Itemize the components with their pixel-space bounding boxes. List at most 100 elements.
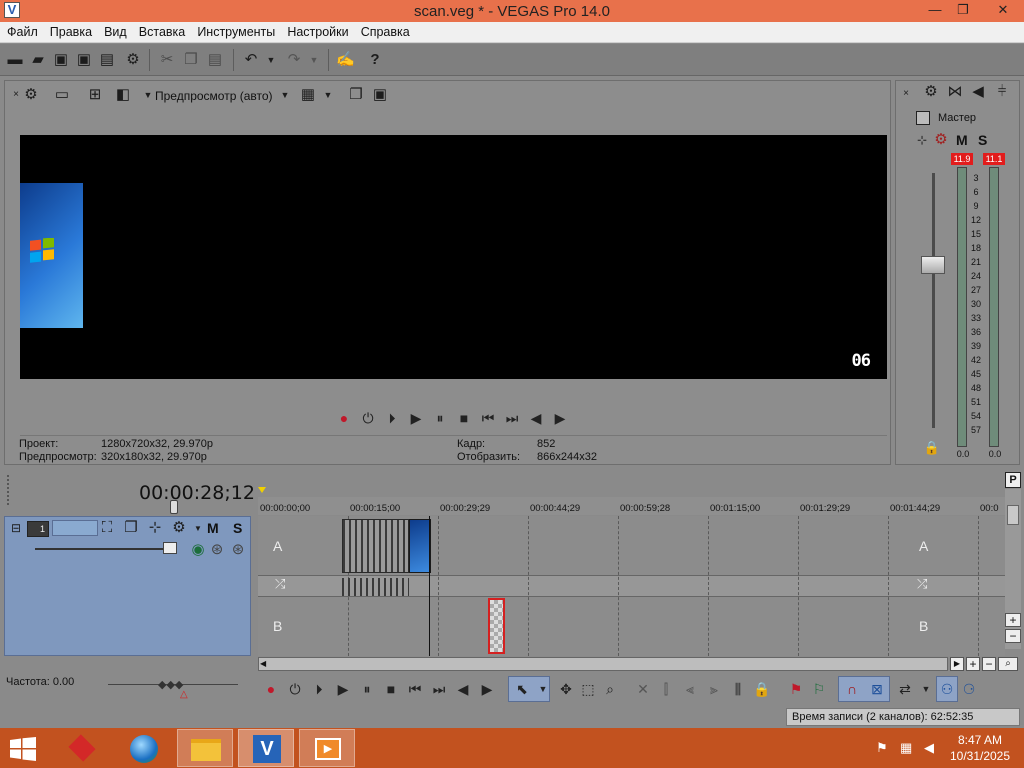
track-name-input[interactable]	[52, 520, 98, 536]
redo-dropdown-icon[interactable]: ▼	[305, 51, 323, 69]
track-events-area[interactable]: A B A B ⤮ ⤮	[258, 516, 1005, 656]
ripple-dropdown-icon[interactable]: ▼	[916, 679, 936, 699]
whats-this-help-icon[interactable]: ?	[366, 51, 384, 69]
copy-icon[interactable]: ❐	[182, 51, 200, 69]
master-fader-handle[interactable]	[921, 256, 945, 274]
clock-date[interactable]: 10/31/2025	[944, 749, 1016, 763]
properties-gear-icon[interactable]: ⚙	[124, 51, 142, 69]
volume-muted-icon[interactable]: ◀	[924, 740, 934, 756]
play-icon[interactable]: ▶	[407, 409, 425, 427]
stop-icon[interactable]: ■	[381, 679, 401, 699]
marker-toggle-icon[interactable]: P	[1005, 472, 1021, 488]
zoom-out-horizontal-icon[interactable]: −	[982, 657, 996, 671]
selected-media-event[interactable]	[488, 598, 505, 654]
play-from-start-icon[interactable]: ⏵	[383, 409, 401, 427]
playhead-cursor[interactable]	[429, 516, 430, 656]
snapping-magnet-icon[interactable]: ∩	[842, 679, 862, 699]
next-frame-icon[interactable]: ▶	[551, 409, 569, 427]
taskbar-explorer-icon[interactable]	[177, 729, 233, 767]
grid-dropdown-icon[interactable]: ▼	[319, 86, 337, 104]
loop-playback-icon[interactable]: ⏻	[359, 409, 377, 427]
pause-icon[interactable]: ⏸	[431, 409, 449, 427]
downmix-icon[interactable]: ⋈	[946, 83, 964, 101]
master-fx-icon[interactable]	[916, 111, 930, 125]
edit-tool-dropdown-icon[interactable]: ▼	[533, 679, 553, 699]
trim-start-icon[interactable]: ⫷	[680, 679, 700, 699]
restore-button[interactable]: ❐	[948, 0, 978, 20]
undo-dropdown-icon[interactable]: ▼	[262, 51, 280, 69]
video-event-clips[interactable]	[342, 519, 409, 573]
composite-parent-icon[interactable]: ⊛	[208, 541, 226, 559]
zoom-tool-icon[interactable]: ⌕	[998, 657, 1018, 671]
copy-snapshot-icon[interactable]: ❐	[347, 86, 365, 104]
previous-frame-icon[interactable]: ◀	[527, 409, 545, 427]
trim-icon[interactable]: ⫿	[656, 679, 676, 699]
taskbar-media-player-icon[interactable]: ▶	[299, 729, 355, 767]
taskbar-browser-icon[interactable]	[116, 729, 172, 767]
menu-file[interactable]: Файл	[3, 22, 42, 39]
master-fx-gear-icon[interactable]: ⚙	[932, 131, 950, 149]
loop-playback-icon[interactable]: ⏻	[285, 679, 305, 699]
composite-mode-icon[interactable]: ◉	[189, 541, 207, 559]
insert-region-icon[interactable]: ⚐	[809, 679, 829, 699]
undo-icon[interactable]: ↶	[242, 51, 260, 69]
lock-event-icon[interactable]: 🔒	[752, 679, 772, 699]
preview-settings-gear-icon[interactable]: ⚙	[22, 86, 40, 104]
track-mute-button[interactable]: M	[207, 520, 219, 536]
record-icon[interactable]: ●	[335, 409, 353, 427]
track-effects-icon[interactable]: ❐	[122, 519, 140, 537]
save-as-icon[interactable]: ▣	[75, 51, 93, 69]
taskbar-vegas-icon[interactable]: V	[238, 729, 294, 767]
normal-edit-tool-icon[interactable]: ⬉	[512, 679, 532, 699]
mixer-faders-icon[interactable]: ⫩	[993, 83, 1011, 101]
save-icon[interactable]: ▣	[52, 51, 70, 69]
track-pan-icon[interactable]: ⊹	[146, 519, 164, 537]
track-solo-button[interactable]: S	[233, 520, 242, 536]
track-motion-icon[interactable]: ⛶	[98, 519, 116, 537]
redo-icon[interactable]: ↷	[285, 51, 303, 69]
split-icon[interactable]: ⫼	[728, 679, 748, 699]
zoom-tool-icon[interactable]: ⌕	[600, 679, 620, 699]
go-to-start-icon[interactable]: ⏮	[405, 679, 425, 699]
scroll-right-icon[interactable]: ▶	[950, 657, 964, 671]
track-level-slider[interactable]	[35, 548, 175, 550]
composite-child-icon[interactable]: ⊛	[229, 541, 247, 559]
clock-time[interactable]: 8:47 AM	[950, 733, 1010, 747]
vertical-scroll-thumb[interactable]	[1007, 505, 1019, 525]
taskbar-app-red-icon[interactable]	[55, 729, 111, 767]
lock-envelopes-icon[interactable]: ⚇	[937, 679, 957, 699]
zoom-in-vertical-icon[interactable]: +	[1005, 613, 1021, 627]
new-file-icon[interactable]: ▬	[6, 51, 24, 69]
pan-icon[interactable]: ⊹	[913, 131, 931, 149]
preview-quality-select[interactable]: Предпросмотр (авто)	[155, 89, 273, 103]
go-to-start-icon[interactable]: ⏮	[479, 409, 497, 427]
menu-view[interactable]: Вид	[100, 22, 131, 39]
cut-icon[interactable]: ✂	[158, 51, 176, 69]
speaker-icon[interactable]: ◀	[969, 83, 987, 101]
windows-start-icon[interactable]	[10, 737, 36, 761]
delete-icon[interactable]: ✕	[633, 679, 653, 699]
marker-icon[interactable]	[258, 487, 266, 493]
master-mute-button[interactable]: M	[956, 132, 968, 148]
network-icon[interactable]: ▦	[900, 740, 912, 756]
menu-insert[interactable]: Вставка	[135, 22, 189, 39]
horizontal-scrollbar[interactable]	[258, 657, 948, 671]
record-icon[interactable]: ●	[261, 679, 281, 699]
insert-marker-icon[interactable]: ⚑	[786, 679, 806, 699]
menu-options[interactable]: Настройки	[283, 22, 352, 39]
menu-tools[interactable]: Инструменты	[193, 22, 279, 39]
zoom-out-vertical-icon[interactable]: −	[1005, 629, 1021, 643]
master-solo-button[interactable]: S	[978, 132, 987, 148]
stop-icon[interactable]: ■	[455, 409, 473, 427]
menu-edit[interactable]: Правка	[46, 22, 96, 39]
dock-grip[interactable]	[6, 474, 10, 506]
ignore-grouping-icon[interactable]: ⚆	[959, 679, 979, 699]
track-level-slider-handle[interactable]	[163, 542, 177, 554]
edit-tool-icon[interactable]: ✍	[336, 51, 355, 69]
envelope-tool-icon[interactable]: ✥	[556, 679, 576, 699]
mixer-settings-gear-icon[interactable]: ⚙	[922, 83, 940, 101]
action-center-flag-icon[interactable]: ⚑	[876, 740, 888, 756]
overlay-icon[interactable]: ◧	[114, 86, 132, 104]
track-settings-dropdown-icon[interactable]: ▼	[189, 520, 207, 538]
split-screen-icon[interactable]: ⊞	[86, 86, 104, 104]
